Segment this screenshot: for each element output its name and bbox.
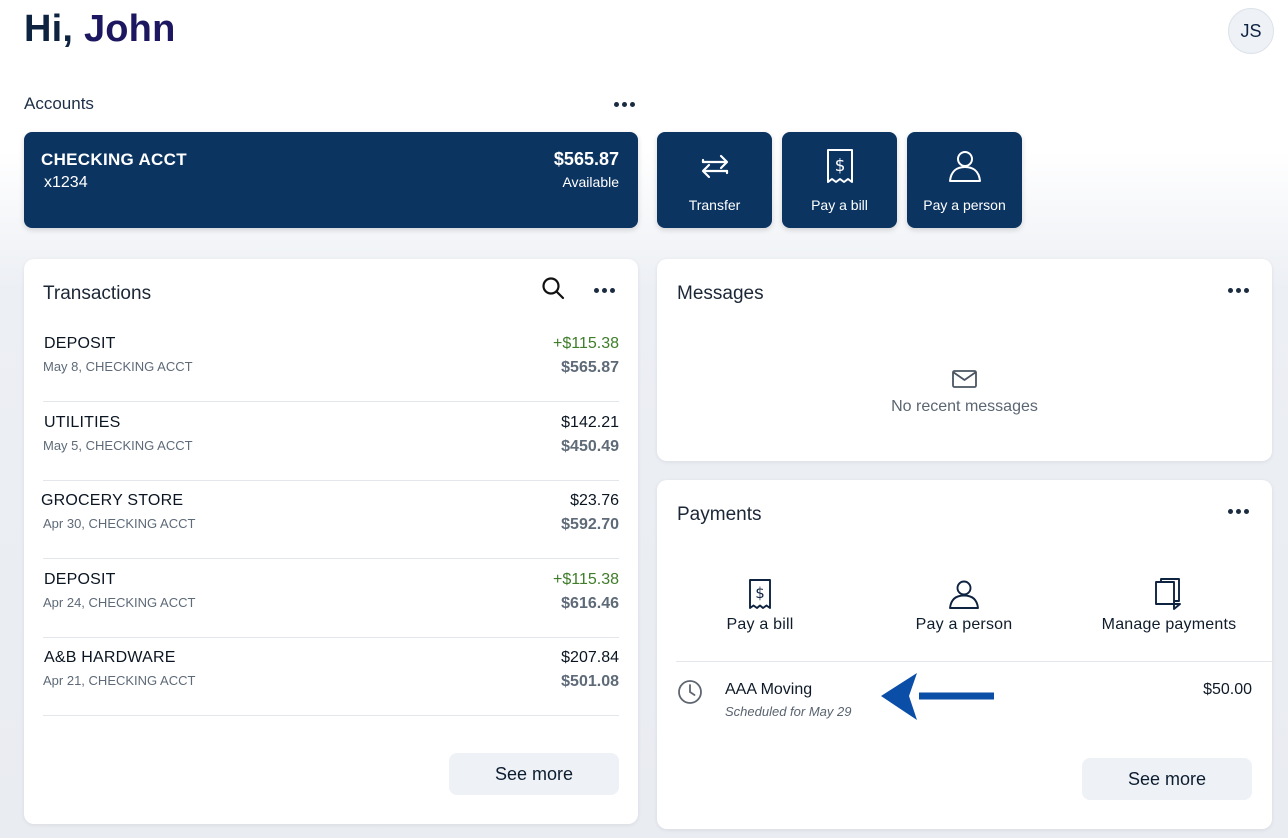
transaction-balance: $501.08 [561, 673, 619, 690]
transaction-row[interactable]: DEPOSIT May 8, CHECKING ACCT +$115.38 $5… [43, 323, 619, 402]
greeting-prefix: Hi, [24, 8, 74, 50]
greeting: Hi, John [24, 8, 176, 51]
messages-title: Messages [677, 283, 764, 304]
scheduled-status: Scheduled for May 29 [725, 704, 852, 719]
transaction-name: DEPOSIT [44, 335, 116, 352]
account-name: CHECKING ACCT [41, 150, 187, 169]
bill-receipt-icon: $ [748, 574, 772, 610]
scheduled-amount: $50.00 [1203, 681, 1252, 698]
transaction-name: UTILITIES [44, 414, 121, 431]
pay-person-label: Pay a person [923, 197, 1006, 213]
transaction-amount: $23.76 [570, 492, 619, 509]
person-icon [947, 148, 983, 184]
messages-card: Messages No recent messages [657, 259, 1272, 461]
transfer-label: Transfer [688, 197, 741, 213]
envelope-icon [952, 370, 977, 393]
documents-icon [1154, 574, 1184, 610]
avatar-initials: JS [1240, 20, 1262, 41]
transaction-meta: Apr 24, CHECKING ACCT [43, 595, 196, 610]
user-name: John [83, 8, 176, 50]
payments-pay-bill-label: Pay a bill [726, 616, 794, 633]
person-icon [948, 574, 980, 610]
transaction-balance: $450.49 [561, 438, 619, 455]
transaction-row[interactable]: A&B HARDWARE Apr 21, CHECKING ACCT $207.… [43, 637, 619, 716]
transaction-amount: +$115.38 [553, 571, 619, 588]
transaction-name: DEPOSIT [44, 571, 116, 588]
payments-pay-bill-button[interactable]: $ Pay a bill [710, 574, 810, 634]
manage-payments-label: Manage payments [1101, 616, 1237, 633]
pay-bill-button[interactable]: $ Pay a bill [782, 132, 897, 228]
payments-more-icon[interactable] [1224, 505, 1253, 518]
transactions-title: Transactions [43, 283, 152, 304]
bill-receipt-icon: $ [822, 148, 858, 184]
svg-text:$: $ [755, 584, 765, 602]
transfer-arrows-icon [697, 148, 733, 184]
transaction-row[interactable]: DEPOSIT Apr 24, CHECKING ACCT +$115.38 $… [43, 559, 619, 638]
transactions-more-icon[interactable] [590, 284, 619, 297]
transaction-name: A&B HARDWARE [44, 649, 176, 666]
svg-text:$: $ [834, 156, 845, 176]
transactions-card: Transactions DEPOSIT May 8, CHECKING ACC… [24, 259, 638, 824]
payments-see-more-button[interactable]: See more [1082, 758, 1252, 800]
transaction-balance: $616.46 [561, 595, 619, 612]
transaction-meta: May 5, CHECKING ACCT [43, 438, 193, 453]
transaction-row[interactable]: GROCERY STORE Apr 30, CHECKING ACCT $23.… [41, 480, 619, 559]
payments-card: Payments AAA Moving Scheduled for May 29… [657, 480, 1272, 829]
transaction-name: GROCERY STORE [41, 492, 184, 509]
manage-payments-button[interactable]: Manage payments [1094, 574, 1244, 634]
transaction-meta: Apr 21, CHECKING ACCT [43, 673, 196, 688]
transaction-balance: $592.70 [561, 516, 619, 533]
pay-bill-label: Pay a bill [811, 197, 868, 213]
transaction-meta: Apr 30, CHECKING ACCT [43, 516, 196, 531]
payments-divider [676, 661, 1272, 662]
annotation-arrow-icon [879, 672, 997, 727]
payments-pay-person-button[interactable]: Pay a person [904, 574, 1024, 634]
checking-account-card[interactable]: CHECKING ACCT x1234 $565.87 Available [24, 132, 638, 228]
accounts-label: Accounts [24, 94, 94, 113]
transaction-amount: $207.84 [561, 649, 619, 666]
payments-title: Payments [677, 504, 762, 525]
avatar[interactable]: JS [1228, 8, 1274, 54]
account-balance: $565.87 [553, 149, 619, 169]
clock-icon [677, 679, 703, 710]
messages-more-icon[interactable] [1224, 284, 1253, 297]
search-icon[interactable] [541, 276, 565, 305]
transaction-balance: $565.87 [561, 359, 619, 376]
transaction-meta: May 8, CHECKING ACCT [43, 359, 193, 374]
transaction-amount: +$115.38 [553, 335, 619, 352]
transfer-button[interactable]: Transfer [657, 132, 772, 228]
account-number: x1234 [44, 174, 88, 191]
accounts-more-icon[interactable] [610, 98, 639, 111]
payments-pay-person-label: Pay a person [915, 616, 1013, 633]
transaction-row[interactable]: UTILITIES May 5, CHECKING ACCT $142.21 $… [43, 402, 619, 481]
pay-person-button[interactable]: Pay a person [907, 132, 1022, 228]
no-messages-text: No recent messages [891, 398, 1038, 415]
scheduled-payee[interactable]: AAA Moving [725, 681, 812, 699]
transactions-see-more-button[interactable]: See more [449, 753, 619, 795]
account-balance-label: Available [562, 174, 619, 190]
transaction-amount: $142.21 [561, 414, 619, 431]
